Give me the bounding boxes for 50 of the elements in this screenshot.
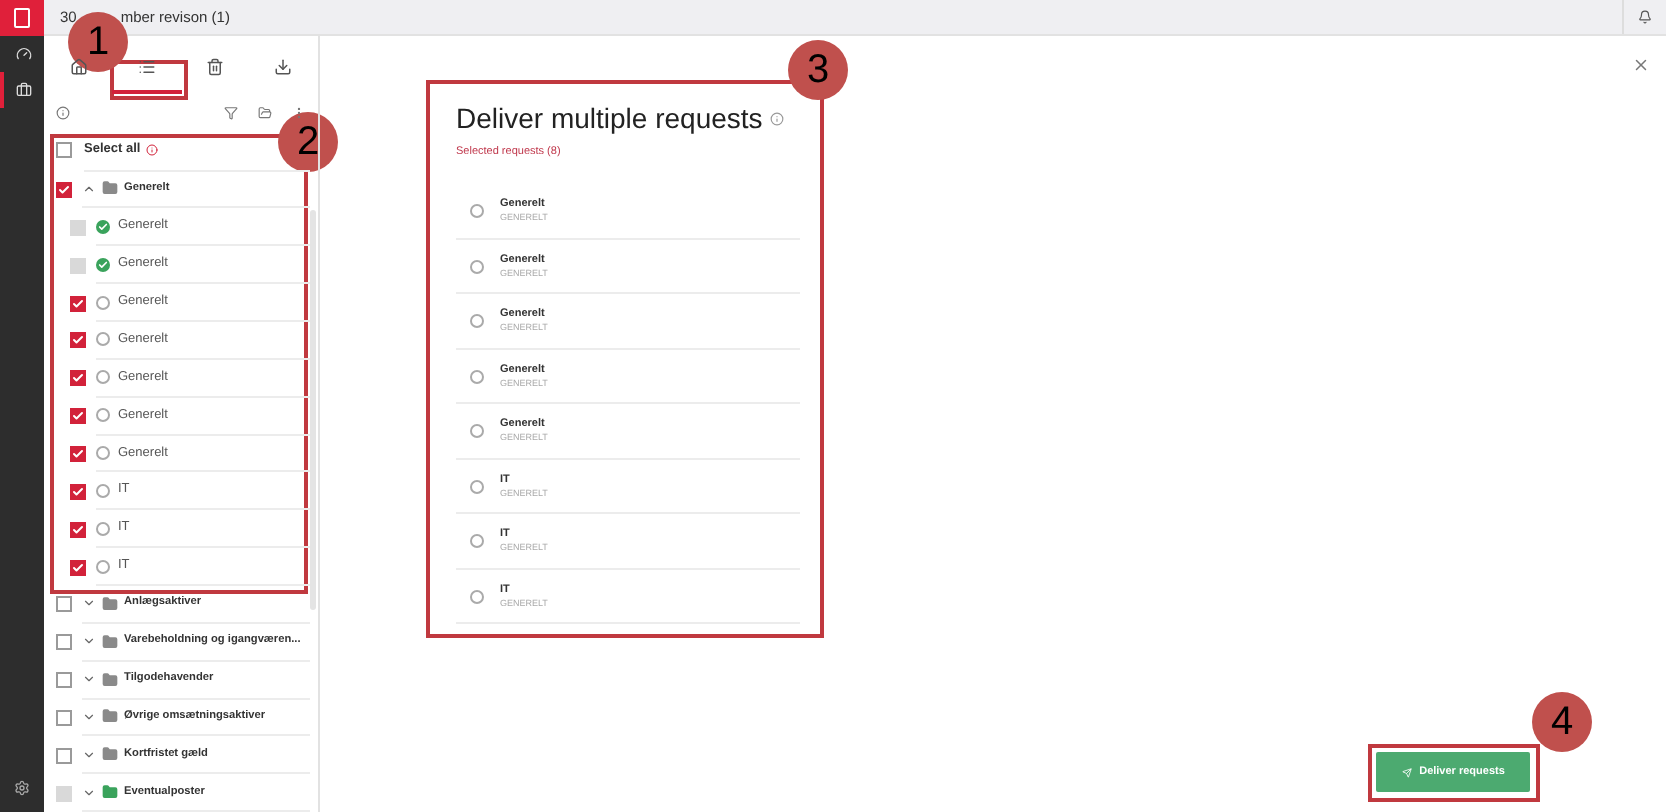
checkbox[interactable] bbox=[70, 445, 86, 462]
checkbox[interactable] bbox=[70, 483, 86, 500]
checkbox[interactable] bbox=[56, 709, 72, 726]
tray-download-icon bbox=[274, 57, 293, 75]
filter-icon[interactable] bbox=[224, 105, 238, 119]
checkbox[interactable] bbox=[56, 181, 72, 198]
checkbox[interactable] bbox=[56, 596, 72, 613]
radio-button[interactable] bbox=[470, 314, 484, 328]
radio-button[interactable] bbox=[470, 589, 484, 603]
bin-icon bbox=[206, 57, 225, 75]
callout-badge: 4 bbox=[1532, 692, 1592, 752]
gauge-icon bbox=[16, 46, 32, 62]
radio-button[interactable] bbox=[470, 369, 484, 383]
home-icon bbox=[69, 57, 88, 75]
info-icon[interactable] bbox=[56, 105, 70, 119]
radio-button[interactable] bbox=[470, 259, 484, 273]
checkbox[interactable] bbox=[70, 408, 86, 425]
briefcase-icon bbox=[16, 82, 32, 98]
send-icon bbox=[1401, 767, 1412, 777]
callout-badge: 2 bbox=[278, 112, 338, 172]
chevron-icon[interactable] bbox=[82, 181, 96, 196]
radio-button[interactable] bbox=[470, 534, 484, 548]
folders-icon[interactable] bbox=[258, 105, 272, 119]
chevron-icon[interactable] bbox=[82, 747, 96, 762]
radio-button[interactable] bbox=[470, 204, 484, 218]
checkbox[interactable] bbox=[70, 521, 86, 538]
checkbox[interactable] bbox=[70, 559, 86, 576]
checkbox[interactable] bbox=[70, 295, 86, 312]
settings-icon[interactable] bbox=[14, 780, 30, 796]
list-icon bbox=[137, 57, 156, 75]
checkbox[interactable] bbox=[70, 332, 86, 349]
chevron-icon[interactable] bbox=[82, 596, 96, 611]
scrollbar[interactable] bbox=[310, 210, 316, 610]
radio-button[interactable] bbox=[470, 479, 484, 493]
info-icon bbox=[770, 112, 785, 126]
app-logo[interactable] bbox=[0, 0, 44, 36]
chevron-icon[interactable] bbox=[82, 634, 96, 649]
info-icon bbox=[146, 143, 159, 156]
checkbox[interactable] bbox=[56, 672, 72, 689]
close-icon[interactable] bbox=[1632, 56, 1650, 74]
chevron-icon[interactable] bbox=[82, 672, 96, 687]
checkbox[interactable] bbox=[70, 370, 86, 387]
radio-button[interactable] bbox=[470, 424, 484, 438]
callout-badge: 3 bbox=[788, 40, 848, 100]
bell-icon[interactable] bbox=[1638, 10, 1652, 24]
checkbox[interactable] bbox=[56, 747, 72, 764]
dialog-title: Deliver multiple requests bbox=[456, 100, 763, 138]
checkbox[interactable] bbox=[56, 634, 72, 651]
chevron-icon[interactable] bbox=[82, 709, 96, 724]
checkbox[interactable] bbox=[56, 142, 72, 159]
